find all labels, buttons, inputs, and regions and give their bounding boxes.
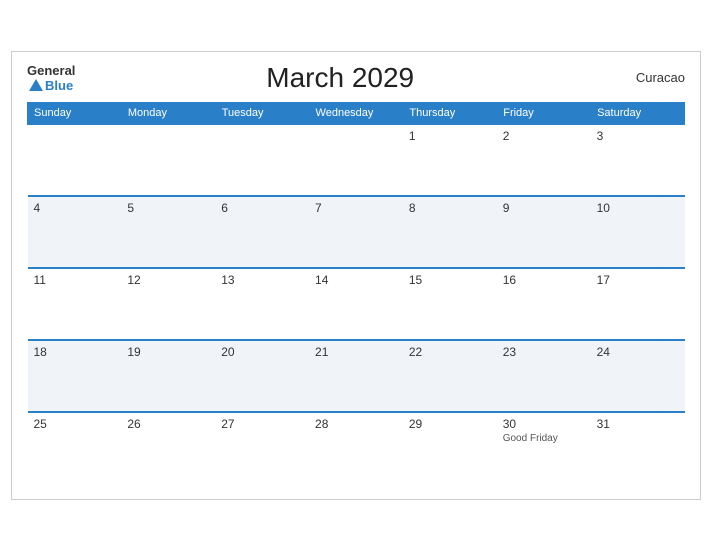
day-number: 15 — [409, 273, 491, 287]
day-number: 23 — [503, 345, 585, 359]
day-number: 22 — [409, 345, 491, 359]
day-number: 19 — [127, 345, 209, 359]
weekday-header-row: SundayMondayTuesdayWednesdayThursdayFrid… — [28, 102, 685, 124]
calendar-cell: 3 — [591, 124, 685, 196]
calendar-cell — [215, 124, 309, 196]
calendar-cell: 22 — [403, 340, 497, 412]
calendar-cell: 6 — [215, 196, 309, 268]
calendar-cell — [28, 124, 122, 196]
logo-blue-text: Blue — [45, 78, 73, 93]
calendar-cell: 27 — [215, 412, 309, 484]
day-number: 25 — [34, 417, 116, 431]
calendar-cell: 19 — [121, 340, 215, 412]
calendar-container: General Blue March 2029 Curacao SundayMo… — [11, 51, 701, 500]
calendar-cell: 21 — [309, 340, 403, 412]
day-number: 18 — [34, 345, 116, 359]
weekday-header-thursday: Thursday — [403, 102, 497, 124]
day-number: 5 — [127, 201, 209, 215]
calendar-title: March 2029 — [75, 62, 605, 94]
calendar-cell: 13 — [215, 268, 309, 340]
calendar-cell: 10 — [591, 196, 685, 268]
day-number: 7 — [315, 201, 397, 215]
day-number: 17 — [597, 273, 679, 287]
day-number: 21 — [315, 345, 397, 359]
calendar-cell: 2 — [497, 124, 591, 196]
day-number: 1 — [409, 129, 491, 143]
calendar-cell: 12 — [121, 268, 215, 340]
calendar-cell: 26 — [121, 412, 215, 484]
calendar-cell: 23 — [497, 340, 591, 412]
calendar-grid: SundayMondayTuesdayWednesdayThursdayFrid… — [27, 102, 685, 484]
logo-triangle-icon — [29, 79, 43, 91]
day-number: 26 — [127, 417, 209, 431]
calendar-cell — [121, 124, 215, 196]
calendar-cell: 25 — [28, 412, 122, 484]
day-number: 3 — [597, 129, 679, 143]
week-row-1: 456789 10 — [28, 196, 685, 268]
calendar-cell: 20 — [215, 340, 309, 412]
day-number: 12 — [127, 273, 209, 287]
day-number: 31 — [597, 417, 679, 431]
day-number: 24 — [597, 345, 679, 359]
calendar-cell: 11 — [28, 268, 122, 340]
calendar-cell: 28 — [309, 412, 403, 484]
calendar-cell: 30 Good Friday — [497, 412, 591, 484]
day-number: 14 — [315, 273, 397, 287]
day-number: 8 — [409, 201, 491, 215]
weekday-header-saturday: Saturday — [591, 102, 685, 124]
week-row-4: 25 26 27 28 29 30 Good Friday 31 — [28, 412, 685, 484]
logo-general-text: General — [27, 63, 75, 78]
calendar-cell: 15 — [403, 268, 497, 340]
calendar-cell: 16 — [497, 268, 591, 340]
calendar-region: Curacao — [605, 70, 685, 85]
weekday-header-wednesday: Wednesday — [309, 102, 403, 124]
calendar-cell: 5 — [121, 196, 215, 268]
calendar-header: General Blue March 2029 Curacao — [27, 62, 685, 94]
weekday-header-sunday: Sunday — [28, 102, 122, 124]
day-number: 30 — [503, 417, 585, 431]
calendar-cell: 17 — [591, 268, 685, 340]
calendar-cell: 14 — [309, 268, 403, 340]
day-number: 4 — [34, 201, 116, 215]
day-number: 20 — [221, 345, 303, 359]
calendar-cell: 31 — [591, 412, 685, 484]
day-number: 6 — [221, 201, 303, 215]
day-number: 16 — [503, 273, 585, 287]
day-number: 28 — [315, 417, 397, 431]
week-row-0: 123 — [28, 124, 685, 196]
day-number: 10 — [597, 201, 679, 215]
holiday-label: Good Friday — [503, 433, 585, 444]
logo-area: General Blue — [27, 63, 75, 93]
calendar-cell: 4 — [28, 196, 122, 268]
calendar-cell: 24 — [591, 340, 685, 412]
calendar-cell: 1 — [403, 124, 497, 196]
day-number: 2 — [503, 129, 585, 143]
logo-blue-area: Blue — [27, 78, 73, 93]
week-row-3: 18 19 20 21 22 23 24 — [28, 340, 685, 412]
calendar-cell: 8 — [403, 196, 497, 268]
weekday-header-friday: Friday — [497, 102, 591, 124]
calendar-cell: 18 — [28, 340, 122, 412]
day-number: 29 — [409, 417, 491, 431]
day-number: 27 — [221, 417, 303, 431]
calendar-cell: 29 — [403, 412, 497, 484]
weekday-header-tuesday: Tuesday — [215, 102, 309, 124]
week-row-2: 11 12 13 14 15 16 17 — [28, 268, 685, 340]
calendar-cell: 7 — [309, 196, 403, 268]
day-number: 9 — [503, 201, 585, 215]
calendar-cell: 9 — [497, 196, 591, 268]
day-number: 11 — [34, 273, 116, 287]
calendar-cell — [309, 124, 403, 196]
weekday-header-monday: Monday — [121, 102, 215, 124]
day-number: 13 — [221, 273, 303, 287]
